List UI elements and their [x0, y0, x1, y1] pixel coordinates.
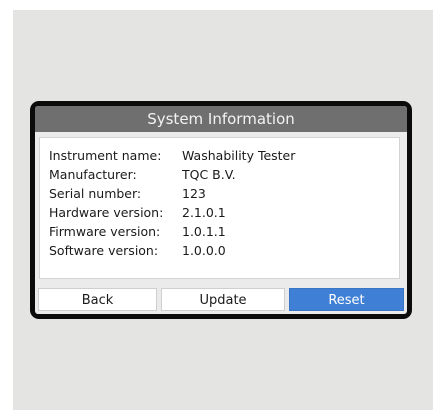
system-information-screen: System Information Instrument name: Wash… [35, 106, 407, 314]
info-value: 2.1.0.1 [182, 205, 226, 220]
info-value: 123 [182, 186, 206, 201]
info-panel: Instrument name: Washability Tester Manu… [39, 137, 400, 279]
info-label: Serial number: [49, 186, 142, 201]
back-button[interactable]: Back [38, 288, 157, 311]
info-value: 1.0.0.0 [182, 243, 226, 258]
info-label: Firmware version: [49, 224, 161, 239]
info-value: TQC B.V. [182, 167, 236, 182]
reset-button[interactable]: Reset [289, 288, 404, 311]
info-value: 1.0.1.1 [182, 224, 226, 239]
screen-title: System Information [35, 106, 407, 132]
info-label: Manufacturer: [49, 167, 137, 182]
update-button[interactable]: Update [161, 288, 285, 311]
info-value: Washability Tester [182, 148, 296, 163]
info-label: Software version: [49, 243, 159, 258]
info-label: Hardware version: [49, 205, 164, 220]
info-label: Instrument name: [49, 148, 162, 163]
